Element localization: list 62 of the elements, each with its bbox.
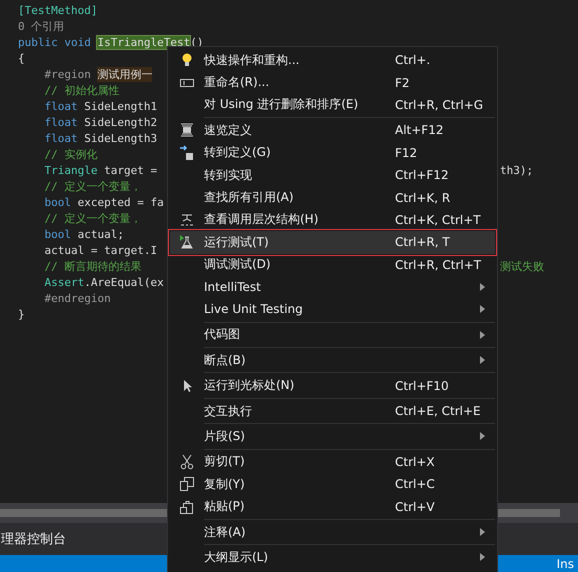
menu-item[interactable]: 转到定义(G) F12 <box>170 142 495 164</box>
menu-item[interactable]: 重命名(R)... F2 <box>170 71 495 94</box>
code-token: 测试失败 <box>500 258 544 274</box>
code-token: 测试用例一 <box>97 66 152 82</box>
menu-item[interactable]: 运行测试(T) Ctrl+R, T <box>170 231 495 254</box>
code-token: SideLength3 <box>84 132 158 144</box>
code-token: { <box>18 52 25 64</box>
menu-item[interactable]: 调试测试(D) Ctrl+R, Ctrl+T <box>170 254 495 276</box>
code-token: 0 个引用 <box>18 18 64 34</box>
menu-item[interactable]: 注释(A) <box>170 520 495 544</box>
code-token: // 实例化 <box>43 146 98 162</box>
menu-item[interactable]: 剪切(T) Ctrl+X <box>170 450 495 474</box>
menu-item[interactable]: 交互执行 Ctrl+E, Ctrl+E <box>170 400 495 422</box>
menu-item[interactable]: 断点(B) <box>170 349 495 372</box>
peek-definition-icon <box>179 122 195 138</box>
code-token: IsTriangleTest <box>97 36 190 48</box>
scissors-icon <box>179 454 195 470</box>
code-token: } <box>18 308 25 320</box>
code-token: float <box>43 116 79 128</box>
menu-item[interactable]: 速览定义 Alt+F12 <box>170 119 495 142</box>
code-token: .AreEqual(ex <box>84 276 164 288</box>
menu-item[interactable]: 代码图 <box>170 324 495 346</box>
code-token: float <box>43 132 79 144</box>
menu-item[interactable]: 大纲显示(L) <box>170 546 495 569</box>
menu-item[interactable]: 复制(Y) Ctrl+C <box>170 473 495 496</box>
copy-icon <box>179 476 195 492</box>
code-token: bool <box>43 196 72 208</box>
code-token: #region <box>43 68 92 80</box>
code-token: public void <box>18 36 92 48</box>
flask-icon <box>179 234 195 250</box>
menu-item[interactable]: 转到实现 Ctrl+F12 <box>170 164 495 186</box>
code-token: actual = target.I <box>43 244 158 256</box>
code-token: SideLength2 <box>84 116 158 128</box>
paste-icon <box>179 498 195 515</box>
go-to-definition-icon <box>179 144 195 161</box>
call-hierarchy-icon <box>179 212 195 228</box>
code-token: // 定义一个变量， <box>43 178 142 194</box>
code-token: [TestMethod] <box>18 4 98 16</box>
code-token: excepted = fa <box>78 196 164 208</box>
menu-item[interactable]: 查看调用层次结构(H) Ctrl+K, Ctrl+T <box>170 208 495 232</box>
code-token: // 断言期待的结果 <box>43 258 142 274</box>
menu-item[interactable]: IntelliTest <box>170 276 495 298</box>
code-token: #endregion <box>43 292 111 304</box>
insert-mode-indicator: Ins <box>556 556 574 570</box>
menu-item[interactable]: 片段(S) <box>170 425 495 448</box>
code-token: // 定义一个变量， <box>43 210 142 226</box>
code-token: Assert <box>43 276 84 288</box>
menu-item[interactable]: 粘贴(P) Ctrl+V <box>170 495 495 518</box>
menu-item[interactable]: 查找所有引用(A) Ctrl+K, R <box>170 186 495 209</box>
code-token: // 初始化属性 <box>43 82 120 98</box>
menu-item[interactable]: 运行到光标处(N) Ctrl+F10 <box>170 374 495 397</box>
menu-item[interactable]: 对 Using 进行删除和排序(E) Ctrl+R, Ctrl+G <box>170 94 495 116</box>
code-token: th3); <box>500 164 534 176</box>
menu-item[interactable]: 快速操作和重构... Ctrl+. <box>170 49 495 72</box>
menu-item[interactable]: Live Unit Testing <box>170 298 495 321</box>
code-token: float <box>43 100 79 112</box>
panel-tab[interactable]: 理器控制台 <box>1 530 66 548</box>
code-token: Triangle <box>43 164 98 176</box>
code-token: SideLength1 <box>84 100 158 112</box>
code-token: target = <box>104 164 158 176</box>
code-token: actual; <box>78 228 124 240</box>
code-token: bool <box>43 228 72 240</box>
